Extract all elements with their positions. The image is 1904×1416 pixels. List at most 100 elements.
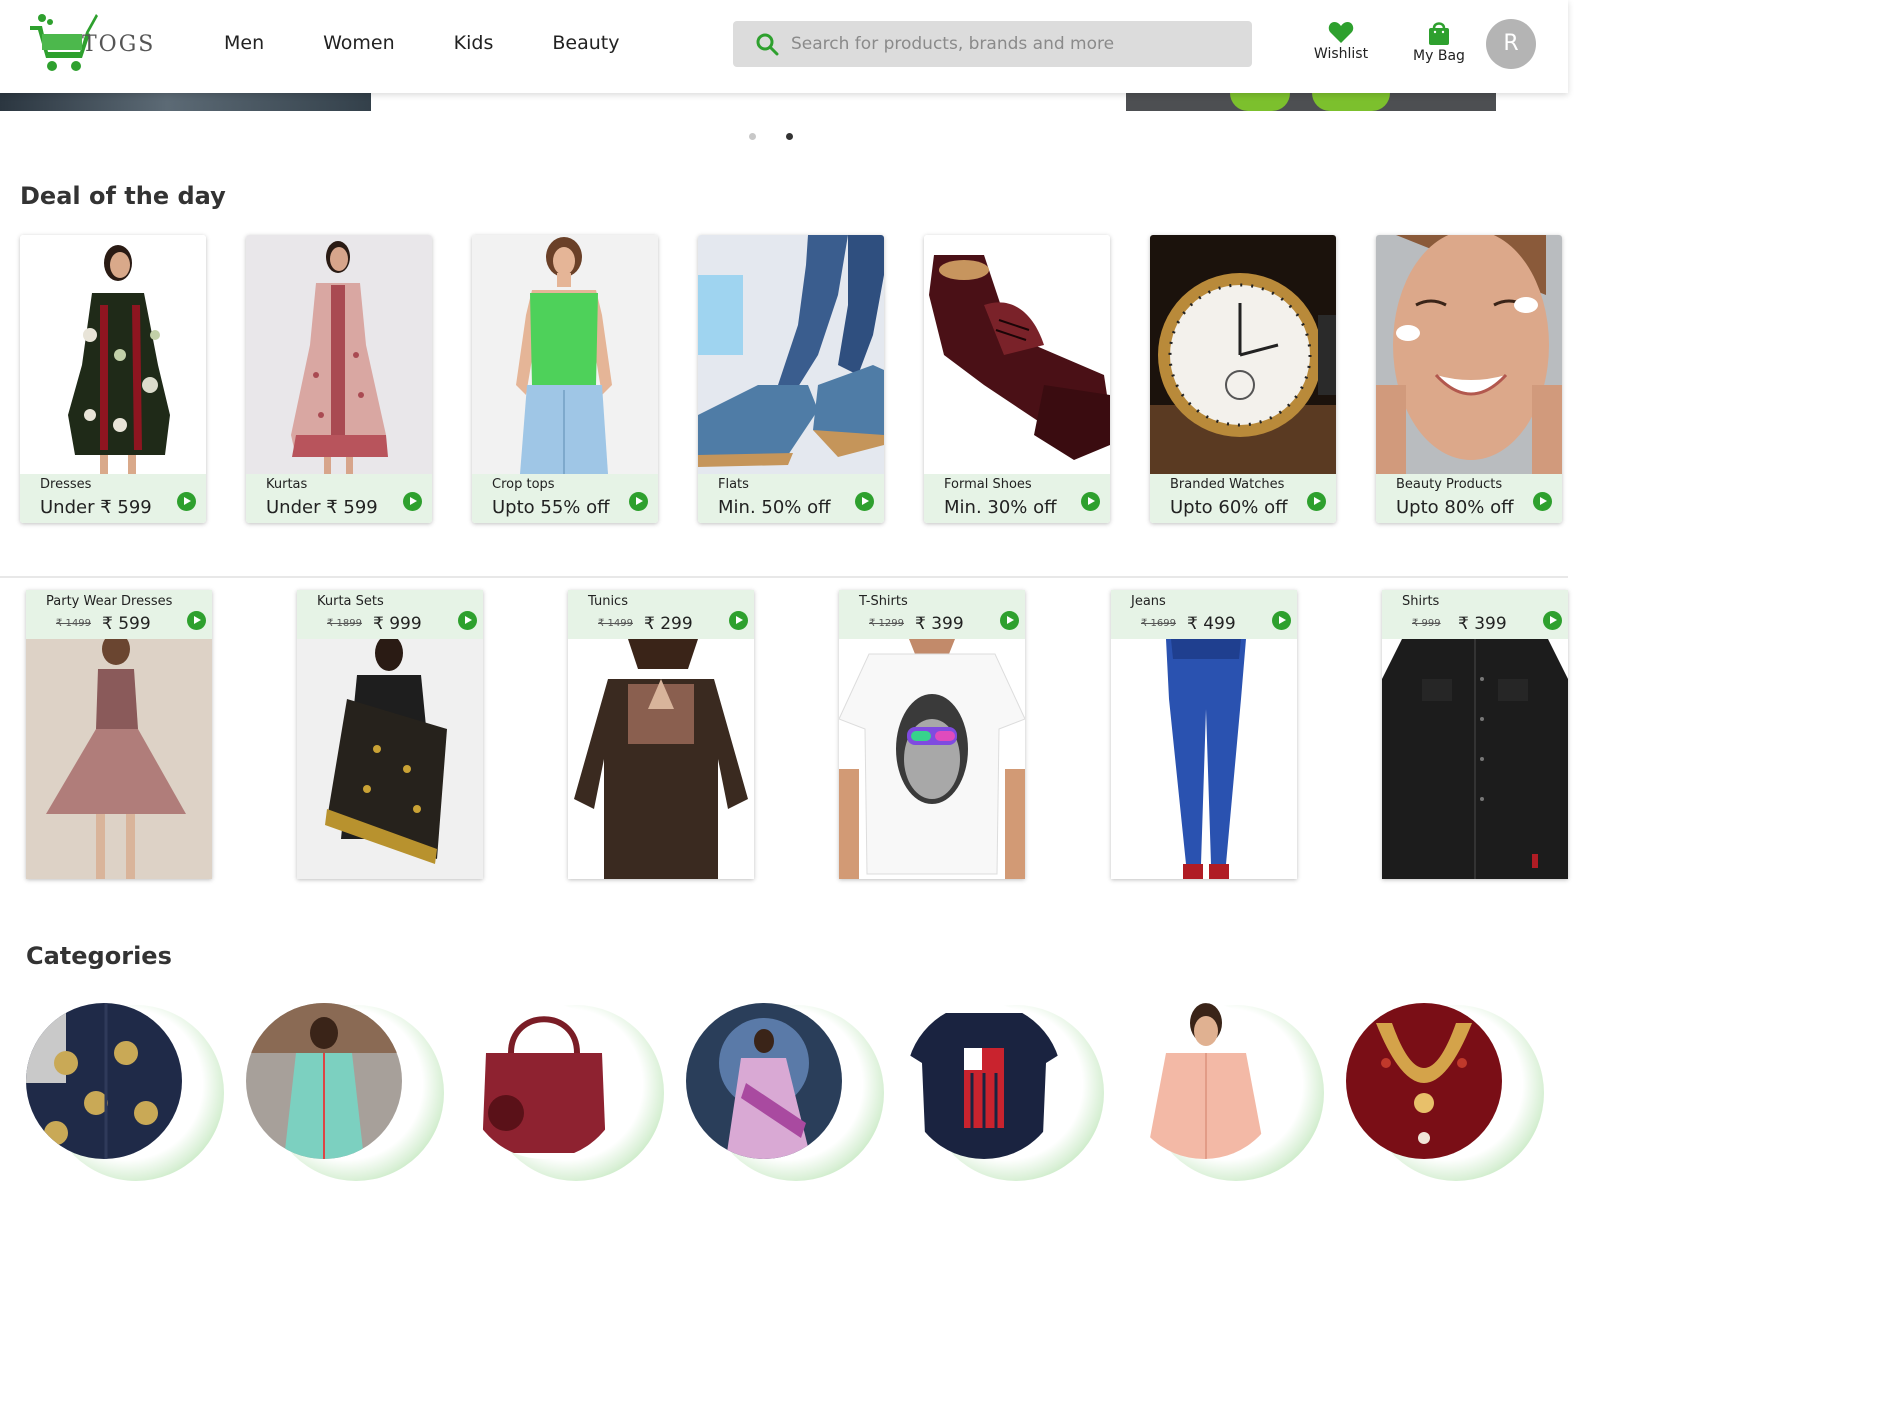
play-arrow-icon[interactable] xyxy=(729,611,748,630)
brand-logo[interactable]: TOGS xyxy=(28,12,158,76)
deal-card-beauty-products[interactable]: Beauty Products Upto 80% off xyxy=(1376,235,1562,523)
product-card-party-wear-dresses[interactable]: Party Wear Dresses ₹ 1499 ₹ 599 xyxy=(26,590,212,879)
section-divider xyxy=(0,576,1568,578)
play-arrow-icon[interactable] xyxy=(1272,611,1291,630)
product-info: Jeans ₹ 1699 ₹ 499 xyxy=(1111,590,1297,639)
carousel-slide-left-edge[interactable] xyxy=(0,93,371,111)
category-item-3[interactable] xyxy=(466,1003,664,1181)
product-price: ₹ 999 xyxy=(373,614,422,634)
product-image-party-wear-dresses xyxy=(26,639,212,879)
deal-info: Branded Watches Upto 60% off xyxy=(1150,474,1336,523)
deal-card-crop-tops[interactable]: Crop tops Upto 55% off xyxy=(472,235,658,523)
deal-info: Formal Shoes Min. 30% off xyxy=(924,474,1110,523)
deal-image-crop-tops xyxy=(472,235,658,474)
deal-name: Kurtas xyxy=(266,477,308,492)
product-card-kurta-sets[interactable]: Kurta Sets ₹ 1899 ₹ 999 xyxy=(297,590,483,879)
product-price: ₹ 299 xyxy=(644,614,693,634)
deal-name: Branded Watches xyxy=(1170,477,1285,492)
deal-offer: Under ₹ 599 xyxy=(266,497,378,518)
carousel-dot-1[interactable] xyxy=(749,133,756,140)
product-info: Party Wear Dresses ₹ 1499 ₹ 599 xyxy=(26,590,212,639)
carousel-dot-2-active[interactable] xyxy=(786,133,793,140)
play-arrow-icon[interactable] xyxy=(1307,492,1326,511)
deal-offer: Min. 30% off xyxy=(944,497,1057,518)
deal-card-formal-shoes[interactable]: Formal Shoes Min. 30% off xyxy=(924,235,1110,523)
deal-name: Beauty Products xyxy=(1396,477,1503,492)
nav-women[interactable]: Women xyxy=(323,32,395,54)
carousel-dots xyxy=(749,133,823,140)
deal-name: Dresses xyxy=(40,477,92,492)
deal-card-kurtas[interactable]: Kurtas Under ₹ 599 xyxy=(246,235,432,523)
product-image-tunics xyxy=(568,639,754,879)
product-image-kurta-sets xyxy=(297,639,483,879)
deal-card-dresses[interactable]: Dresses Under ₹ 599 xyxy=(20,235,206,523)
category-image-kurta-women xyxy=(246,1003,402,1159)
category-image-mens-shirt xyxy=(1126,1003,1282,1159)
deal-image-formal-shoes xyxy=(924,235,1110,474)
product-info: Shirts ₹ 999 ₹ 399 xyxy=(1382,590,1568,639)
shopping-bag-icon xyxy=(1429,22,1449,45)
product-old-price: ₹ 1299 xyxy=(869,618,904,629)
play-arrow-icon[interactable] xyxy=(1000,611,1019,630)
product-price: ₹ 399 xyxy=(1458,614,1507,634)
category-item-1[interactable] xyxy=(26,1003,224,1181)
nav-beauty[interactable]: Beauty xyxy=(552,32,619,54)
categories-title: Categories xyxy=(26,942,172,970)
deal-offer: Upto 55% off xyxy=(492,497,610,518)
product-old-price: ₹ 1499 xyxy=(598,618,633,629)
deal-info: Beauty Products Upto 80% off xyxy=(1376,474,1562,523)
deal-card-flats[interactable]: Flats Min. 50% off xyxy=(698,235,884,523)
category-item-5[interactable] xyxy=(906,1003,1104,1181)
carousel-slide-right-edge[interactable] xyxy=(1126,93,1496,111)
product-name: Jeans xyxy=(1131,594,1166,609)
play-arrow-icon[interactable] xyxy=(855,492,874,511)
play-arrow-icon[interactable] xyxy=(177,492,196,511)
deal-offer: Min. 50% off xyxy=(718,497,831,518)
product-old-price: ₹ 999 xyxy=(1412,618,1441,629)
bag-button[interactable]: My Bag xyxy=(1404,20,1474,64)
product-card-tunics[interactable]: Tunics ₹ 1499 ₹ 299 xyxy=(568,590,754,879)
play-arrow-icon[interactable] xyxy=(403,492,422,511)
deal-card-branded-watches[interactable]: Branded Watches Upto 60% off xyxy=(1150,235,1336,523)
nav-kids[interactable]: Kids xyxy=(454,32,494,54)
search-input[interactable] xyxy=(791,30,1231,58)
play-arrow-icon[interactable] xyxy=(1543,611,1562,630)
search-icon xyxy=(756,33,779,56)
category-item-7[interactable] xyxy=(1346,1003,1544,1181)
play-arrow-icon[interactable] xyxy=(629,492,648,511)
product-old-price: ₹ 1899 xyxy=(327,618,362,629)
product-card-jeans[interactable]: Jeans ₹ 1699 ₹ 499 xyxy=(1111,590,1297,879)
product-image-t-shirts xyxy=(839,639,1025,879)
product-card-t-shirts[interactable]: T-Shirts ₹ 1299 ₹ 399 xyxy=(839,590,1025,879)
play-arrow-icon[interactable] xyxy=(1081,492,1100,511)
deal-name: Formal Shoes xyxy=(944,477,1032,492)
play-arrow-icon[interactable] xyxy=(458,611,477,630)
wishlist-button[interactable]: Wishlist xyxy=(1306,20,1376,62)
play-arrow-icon[interactable] xyxy=(187,611,206,630)
category-image-ethnic-jacket xyxy=(26,1003,182,1159)
deal-offer: Under ₹ 599 xyxy=(40,497,152,518)
user-avatar[interactable]: R xyxy=(1486,19,1536,69)
deal-name: Flats xyxy=(718,477,749,492)
category-item-6[interactable] xyxy=(1126,1003,1324,1181)
category-image-jewellery xyxy=(1346,1003,1502,1159)
category-item-4[interactable] xyxy=(686,1003,884,1181)
main-nav: Men Women Kids Beauty xyxy=(224,32,678,54)
product-name: Shirts xyxy=(1402,594,1440,609)
deal-image-branded-watches xyxy=(1150,235,1336,474)
deal-offer: Upto 60% off xyxy=(1170,497,1288,518)
deal-name: Crop tops xyxy=(492,477,555,492)
deal-info: Dresses Under ₹ 599 xyxy=(20,474,206,523)
play-arrow-icon[interactable] xyxy=(1533,492,1552,511)
nav-men[interactable]: Men xyxy=(224,32,264,54)
product-info: Kurta Sets ₹ 1899 ₹ 999 xyxy=(297,590,483,639)
product-name: Kurta Sets xyxy=(317,594,384,609)
product-card-shirts[interactable]: Shirts ₹ 999 ₹ 399 xyxy=(1382,590,1568,879)
category-item-2[interactable] xyxy=(246,1003,444,1181)
product-price: ₹ 599 xyxy=(102,614,151,634)
product-name: Party Wear Dresses xyxy=(46,594,173,609)
product-name: Tunics xyxy=(588,594,628,609)
product-price: ₹ 399 xyxy=(915,614,964,634)
deal-image-beauty-products xyxy=(1376,235,1562,474)
product-name: T-Shirts xyxy=(859,594,908,609)
